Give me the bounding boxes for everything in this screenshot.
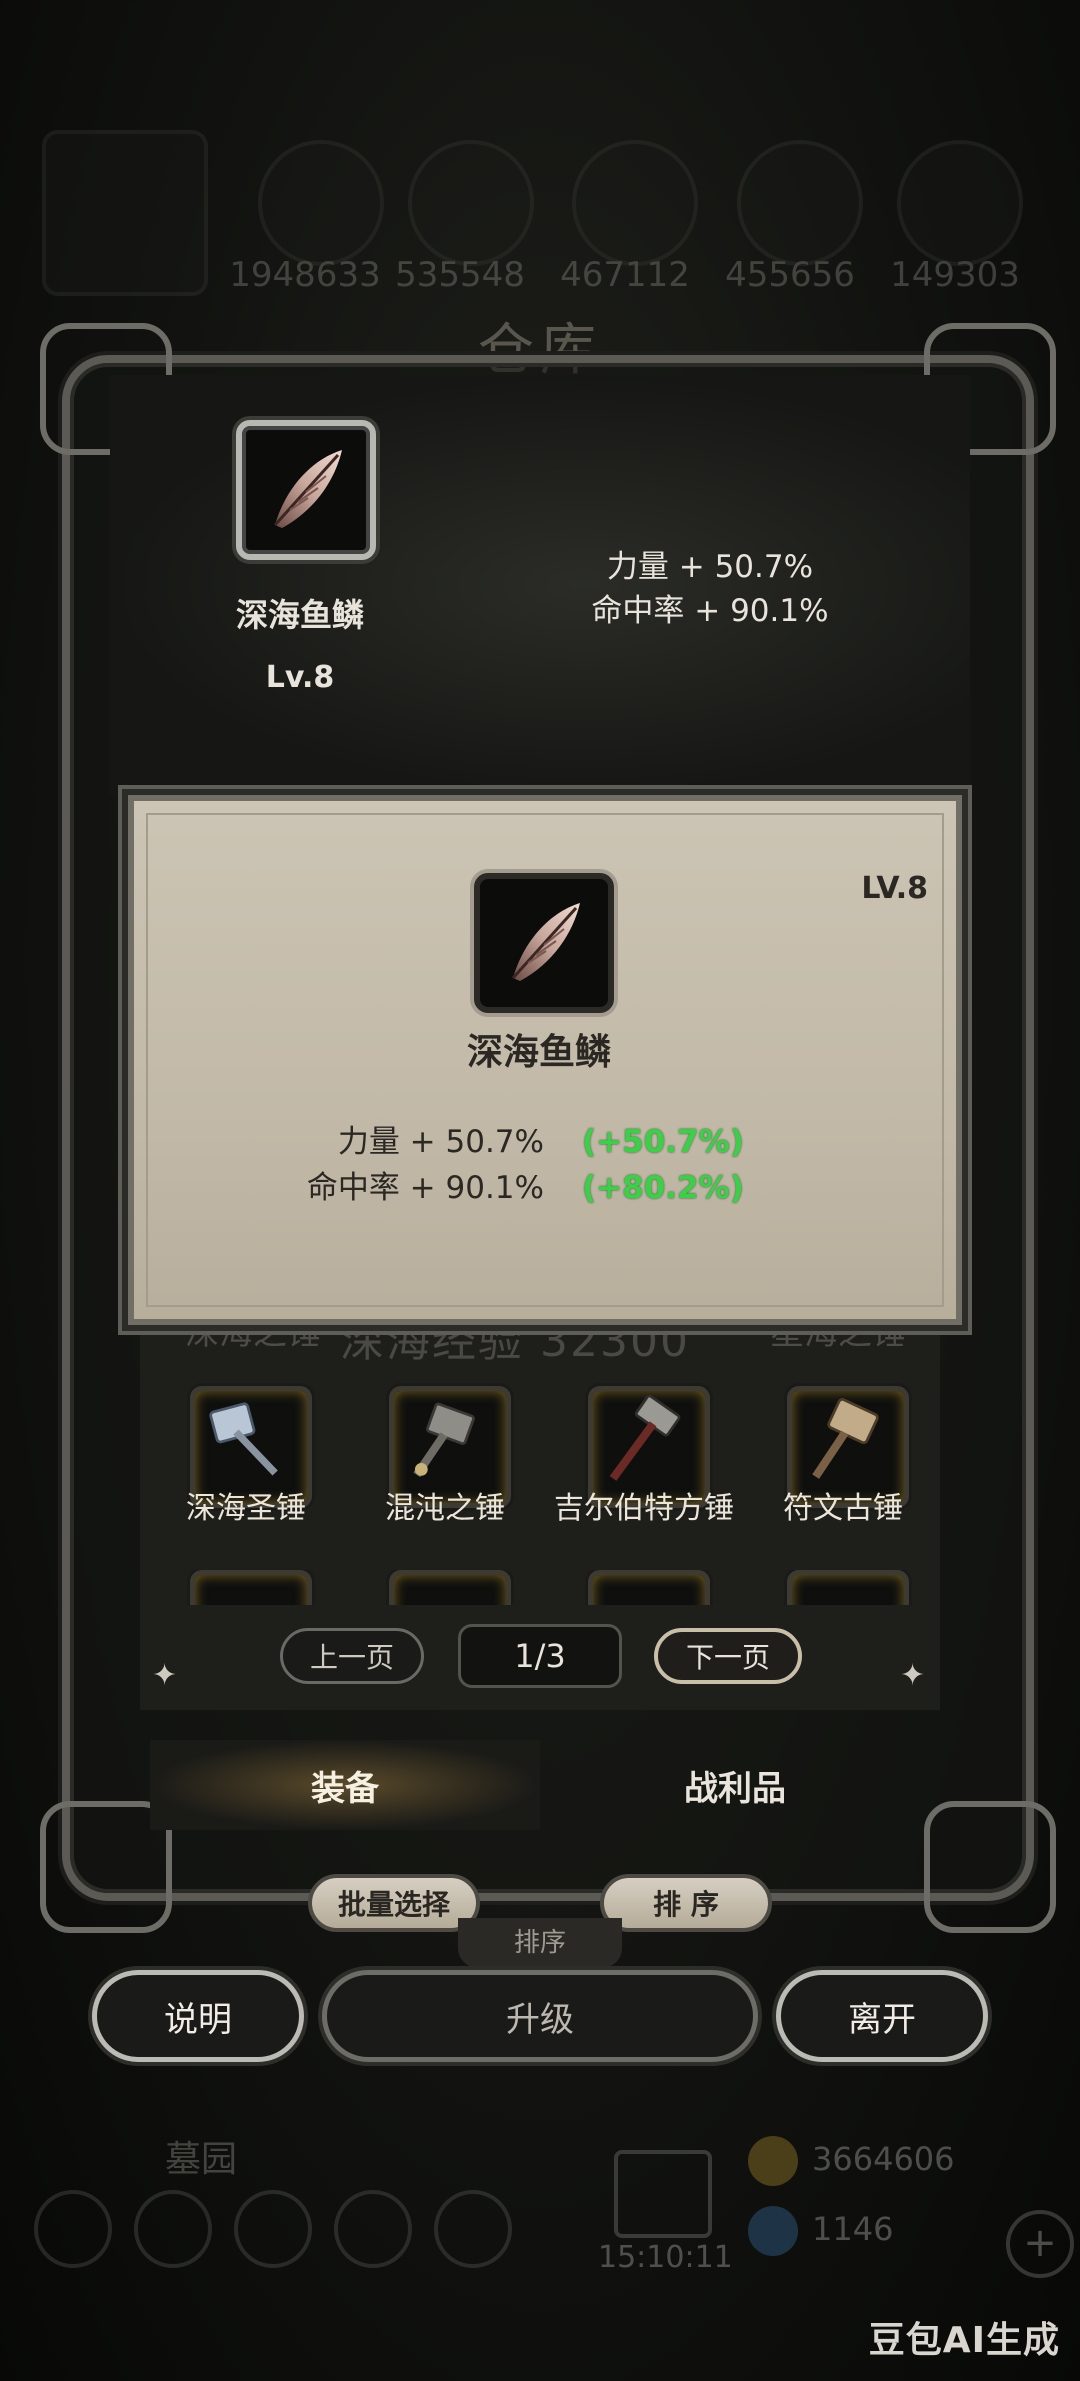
popup-stat-row: 命中率 + 90.1% (+80.2%): [284, 1165, 784, 1211]
menu-icon: [134, 2190, 212, 2268]
category-tabs: 装备 战利品: [150, 1740, 930, 1830]
gem-icon: [748, 2206, 798, 2256]
inventory-slot[interactable]: [588, 1570, 710, 1605]
add-icon: +: [1006, 2210, 1074, 2278]
selected-item-level: Lv.8: [265, 660, 335, 695]
selected-item-stats: 力量 + 50.7% 命中率 + 90.1%: [560, 545, 860, 633]
watermark: 豆包AI生成: [868, 2320, 1060, 2361]
resource-orb-icon: [258, 140, 384, 266]
slot-label: 符文古锤: [783, 1491, 903, 1526]
tab-equipment[interactable]: 装备: [150, 1740, 540, 1830]
popup-item-name: 深海鱼鳞: [466, 1032, 611, 1073]
gift-icon: [614, 2150, 712, 2238]
war-hammer-icon: [609, 1394, 681, 1481]
stat-bonus: (+50.7%): [582, 1124, 744, 1160]
stat-bonus: (+80.2%): [582, 1170, 744, 1206]
clock-text: 15:10:11: [598, 2240, 733, 2275]
resource-orb-icon: [737, 140, 863, 266]
sort-button[interactable]: 排 序: [600, 1874, 772, 1932]
gold-amount: 3664606: [812, 2140, 955, 2178]
popup-stats: 力量 + 50.7% (+50.7%) 命中率 + 90.1% (+80.2%): [284, 1119, 784, 1211]
slot-label: 吉尔伯特方锤: [554, 1491, 734, 1526]
gem-amount: 1146: [812, 2210, 894, 2248]
batch-select-button[interactable]: 批量选择: [308, 1874, 480, 1932]
inventory-slot[interactable]: [190, 1570, 312, 1605]
resource-orb-icon: [897, 140, 1023, 266]
stat-line: 命中率 + 90.1%: [591, 593, 829, 629]
resource-value: 149303: [890, 255, 1020, 295]
silver-hammer-icon: [209, 1402, 278, 1476]
popup-item-slot: [474, 873, 614, 1013]
stat-label: 力量 + 50.7%: [337, 1124, 544, 1160]
inventory-slot[interactable]: [389, 1570, 511, 1605]
upgrade-button[interactable]: 升级: [322, 1970, 758, 2062]
selected-item-slot[interactable]: [236, 420, 376, 560]
rune-hammer-icon: [812, 1398, 879, 1479]
location-label: 墓园: [165, 2139, 238, 2180]
stat-line: 力量 + 50.7%: [606, 549, 814, 585]
sort-label: 排序: [458, 1918, 622, 1968]
resource-orb-icon: [408, 140, 534, 266]
resource-bar: 1948633 535548 467112 455656 149303: [0, 120, 1080, 300]
selected-item-name: 深海鱼鳞: [235, 596, 364, 634]
bottom-status-bar: 墓园 15:10:11 3664606 1146 +: [0, 2110, 1080, 2300]
resource-orb-icon: [572, 140, 698, 266]
stat-label: 命中率 + 90.1%: [306, 1170, 544, 1206]
menu-icon: [234, 2190, 312, 2268]
resource-value: 1948633: [229, 255, 381, 295]
feather-scale-icon: [511, 903, 580, 981]
inventory-slot[interactable]: [787, 1570, 909, 1605]
resource-value: 467112: [560, 255, 690, 295]
item-popup: LV.8 深海鱼鳞 力量 + 50.7% (+50.7%) 命中率 + 90.1…: [128, 795, 962, 1325]
sparkle-icon: ✦: [900, 1658, 926, 1693]
sparkle-icon: ✦: [152, 1658, 178, 1693]
page-indicator: 1/3: [458, 1624, 622, 1688]
next-page-button[interactable]: 下一页: [654, 1628, 802, 1684]
slot-label: 深海圣锤: [186, 1491, 306, 1526]
feather-scale-icon: [273, 450, 342, 528]
prev-page-button[interactable]: 上一页: [280, 1628, 424, 1684]
frame-ornament: [924, 1801, 1056, 1933]
gold-coin-icon: [748, 2136, 798, 2186]
menu-icon: [334, 2190, 412, 2268]
iron-hammer-icon: [413, 1402, 475, 1478]
tab-loot[interactable]: 战利品: [540, 1740, 930, 1830]
equipped-item-slot: [42, 130, 208, 296]
popup-level: LV.8: [861, 871, 928, 906]
resource-value: 535548: [395, 255, 525, 295]
menu-icon: [34, 2190, 112, 2268]
menu-icon: [434, 2190, 512, 2268]
leave-button[interactable]: 离开: [776, 1970, 988, 2062]
inventory-row-clipped: [140, 1570, 940, 1605]
slot-label: 混沌之锤: [385, 1491, 505, 1526]
popup-stat-row: 力量 + 50.7% (+50.7%): [284, 1119, 784, 1165]
resource-value: 455656: [725, 255, 855, 295]
info-button[interactable]: 说明: [92, 1970, 304, 2062]
